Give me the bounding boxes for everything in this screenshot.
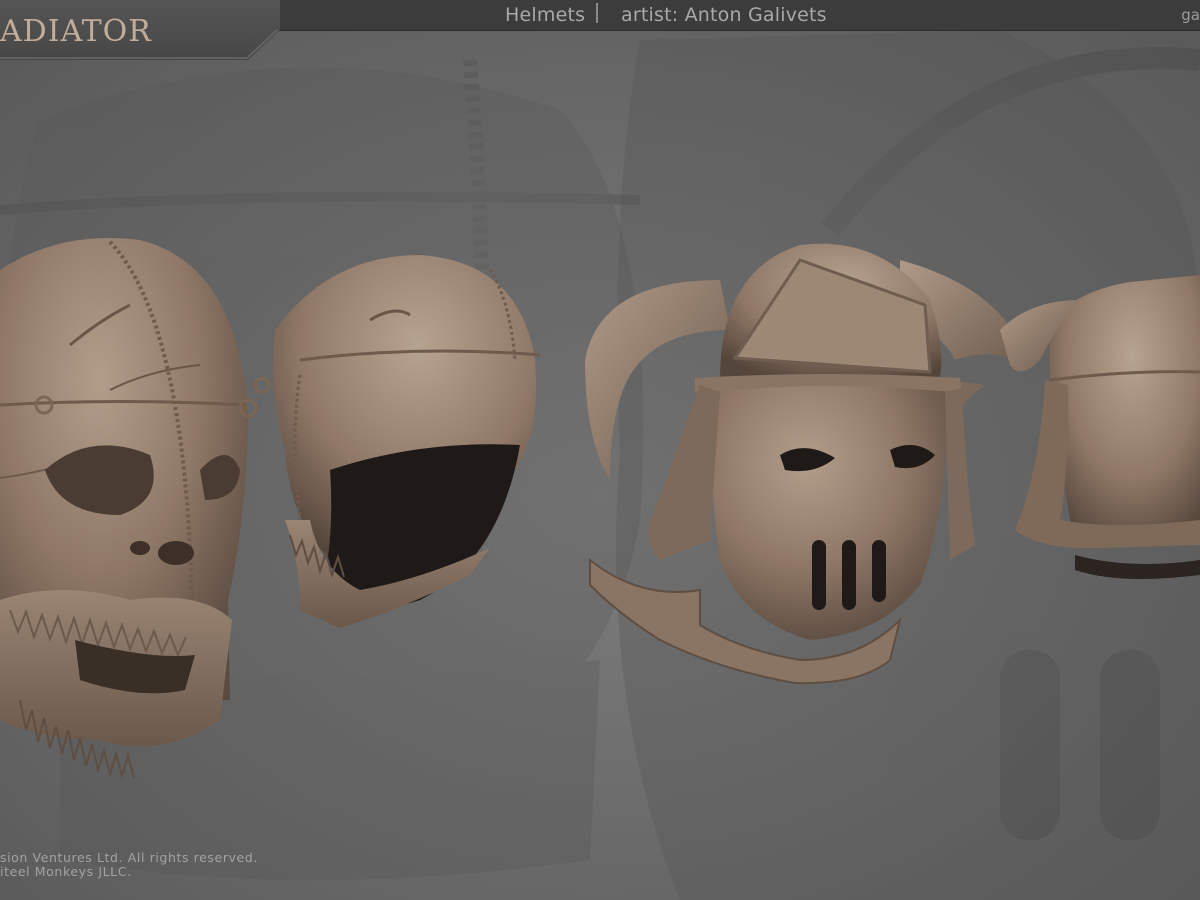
copyright-line-1: sion Ventures Ltd. All rights reserved. [0, 850, 258, 865]
helmet-skull-front [0, 238, 258, 780]
game-title: ADIATOR [0, 14, 152, 49]
header-corner-text: ga [1181, 6, 1200, 24]
copyright-line-2: iteel Monkeys JLLC. [0, 864, 132, 879]
render-canvas [0, 0, 1200, 900]
header-separator [596, 3, 598, 23]
artist-credit: artist: Anton Galivets [621, 4, 827, 26]
section-title: Helmets [505, 4, 586, 26]
